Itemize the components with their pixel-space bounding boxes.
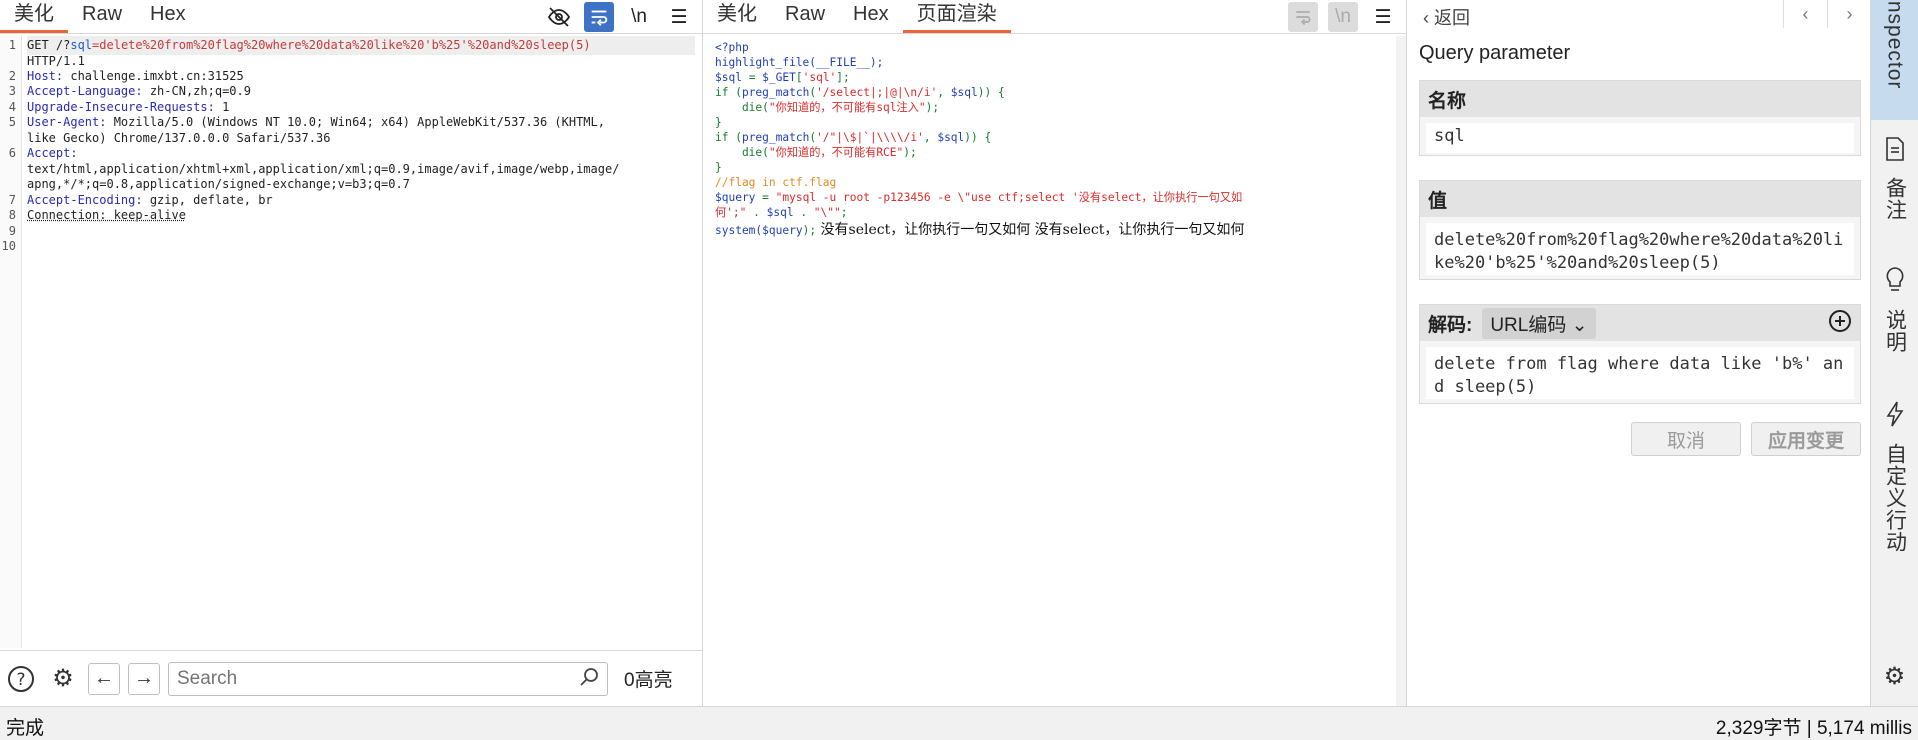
help-icon[interactable]: ? — [4, 662, 38, 696]
request-tab-raw[interactable]: Raw — [68, 1, 136, 33]
request-tabbar: 美化 Raw Hex \n ☰ — [0, 0, 702, 34]
apply-changes-button[interactable]: 应用变更 — [1751, 422, 1861, 456]
wrap-lines-icon[interactable] — [1288, 2, 1318, 32]
line-number: 1 — [8, 38, 16, 52]
name-header: 名称 — [1420, 81, 1860, 117]
code-line: if (preg_match('/"|\$|`|\\\\/i', $sql)) … — [715, 131, 992, 144]
back-button[interactable]: ‹ 返回 — [1407, 4, 1470, 30]
response-tab-render[interactable]: 页面渲染 — [902, 1, 1011, 33]
code-line: die("你知道的，不可能有RCE"); — [715, 146, 917, 159]
response-tabbar: 美化 Raw Hex 页面渲染 \n ☰ — [703, 0, 1406, 34]
search-icon[interactable] — [579, 667, 599, 693]
lightning-icon — [1885, 400, 1905, 435]
highlight-count: 0高亮 — [624, 670, 673, 691]
inspector-header: ‹ 返回 ‹ › — [1407, 0, 1871, 34]
decode-label: 解码: — [1428, 314, 1473, 336]
query-param-name[interactable]: sql — [70, 38, 92, 52]
rail-custom-actions[interactable]: 自定义行动 — [1871, 400, 1918, 580]
lightbulb-icon — [1884, 266, 1906, 301]
value-section: 值 delete%20from%20flag%20where%20data%20… — [1419, 180, 1861, 280]
decode-type-dropdown[interactable]: URL编码 ⌄ — [1482, 307, 1596, 339]
page-output-text: 没有select，让你执行一句又如何 没有select，让你执行一句又如何 — [816, 222, 1245, 238]
code-line: $sql = $_GET['sql']; — [715, 71, 850, 84]
line-gutter: 1 2 3 4 5 6 7 8 9 10 — [0, 36, 22, 648]
previous-item-button[interactable]: ‹ — [1783, 0, 1827, 28]
eye-off-icon[interactable] — [544, 2, 574, 32]
rail-notes[interactable]: 备注 — [1871, 136, 1918, 246]
code-line: <?php — [715, 41, 749, 54]
chevron-down-icon: ⌄ — [1571, 314, 1588, 336]
request-tools: \n ☰ — [544, 2, 694, 32]
response-tools: \n ☰ — [1288, 2, 1398, 32]
name-field[interactable]: sql — [1426, 123, 1854, 153]
code-line: } — [715, 161, 722, 174]
inspector-title: Query parameter — [1419, 42, 1571, 64]
cancel-button[interactable]: 取消 — [1631, 422, 1741, 456]
settings-icon[interactable]: ⚙ — [46, 662, 80, 696]
document-icon — [1884, 136, 1906, 169]
next-match-button[interactable]: → — [128, 662, 160, 695]
code-line: } — [715, 116, 722, 129]
search-field[interactable] — [168, 661, 608, 696]
svg-text:?: ? — [16, 670, 25, 690]
wrap-lines-icon[interactable] — [584, 2, 614, 32]
previous-match-button[interactable]: ← — [88, 662, 120, 695]
newline-icon[interactable]: \n — [624, 2, 654, 32]
code-line: if (preg_match('/select|;|@|\n/i', $sql)… — [715, 86, 1005, 99]
header-connection: Connection: keep-alive — [27, 208, 186, 222]
chevron-left-icon: ‹ — [1423, 8, 1429, 28]
add-decoding-icon[interactable] — [1828, 309, 1852, 340]
request-editor[interactable]: 1 2 3 4 5 6 7 8 9 10 GET /?sql=delete%20… — [0, 36, 703, 648]
name-section: 名称 sql — [1419, 80, 1861, 156]
rail-explain[interactable]: 说明 — [1871, 266, 1918, 376]
request-line[interactable]: GET /?sql=delete%20from%20flag%20where%2… — [27, 36, 695, 55]
line-number: 5 — [8, 115, 16, 129]
rendered-page: <?php highlight_file(__FILE__); $sql = $… — [703, 36, 1396, 706]
query-param-value[interactable]: =delete%20from%20flag%20where%20data%20l… — [92, 38, 591, 52]
settings-icon[interactable]: ⚙ — [1871, 662, 1918, 696]
newline-icon[interactable]: \n — [1328, 2, 1358, 32]
decode-header: 解码: URL编码 ⌄ — [1420, 305, 1860, 341]
value-field[interactable]: delete%20from%20flag%20where%20data%20li… — [1426, 223, 1854, 275]
decoded-field[interactable]: delete from flag where data like 'b%' an… — [1426, 347, 1854, 399]
code-line: $query = "mysql -u root -p123456 -e \"us… — [715, 191, 1243, 204]
line-number: 10 — [1, 239, 16, 253]
code-line: die("你知道的，不可能有sql注入"); — [715, 101, 940, 114]
next-item-button[interactable]: › — [1827, 0, 1871, 28]
inspector-nav: ‹ › — [1783, 0, 1871, 28]
request-tab-pretty[interactable]: 美化 — [0, 1, 68, 33]
menu-icon[interactable]: ☰ — [1368, 2, 1398, 32]
inspector-panel: ‹ 返回 ‹ › Query parameter 名称 sql 值 delete… — [1407, 0, 1871, 706]
right-rail: Inspector 备注 说明 自定义行动 ⚙ — [1871, 0, 1918, 706]
response-stats: 2,329字节 | 5,174 millis — [1715, 718, 1912, 739]
response-tab-raw[interactable]: Raw — [771, 1, 839, 33]
request-method: GET /? — [27, 38, 71, 52]
value-header: 值 — [1420, 181, 1860, 217]
code-comment: //flag in ctf.flag — [715, 176, 837, 189]
code-line: highlight_file(__FILE__); — [715, 56, 884, 69]
decode-section: 解码: URL编码 ⌄ delete from flag where data … — [1419, 304, 1861, 404]
response-scrollbar[interactable] — [1396, 36, 1406, 706]
request-panel: 美化 Raw Hex \n ☰ 1 2 3 4 5 6 7 8 9 10 GET… — [0, 0, 703, 706]
rail-inspector[interactable]: Inspector — [1871, 0, 1918, 120]
response-tab-pretty[interactable]: 美化 — [703, 1, 771, 33]
status-text: 完成 — [6, 718, 45, 739]
code-line: system($query); 没有select，让你执行一句又如何 没有sel… — [715, 222, 1245, 238]
line-number: 6 — [8, 146, 16, 160]
status-bar: 完成 2,329字节 | 5,174 millis — [0, 706, 1918, 740]
search-bar: ? ⚙ ← → 0高亮 — [0, 650, 703, 706]
request-tab-hex[interactable]: Hex — [136, 1, 200, 33]
response-tab-hex[interactable]: Hex — [839, 1, 903, 33]
menu-icon[interactable]: ☰ — [664, 2, 694, 32]
response-panel: 美化 Raw Hex 页面渲染 \n ☰ <?php highlight_fil… — [703, 0, 1407, 706]
code-line: 何';" . $sql . "\""; — [715, 206, 848, 219]
search-input[interactable] — [177, 667, 567, 690]
